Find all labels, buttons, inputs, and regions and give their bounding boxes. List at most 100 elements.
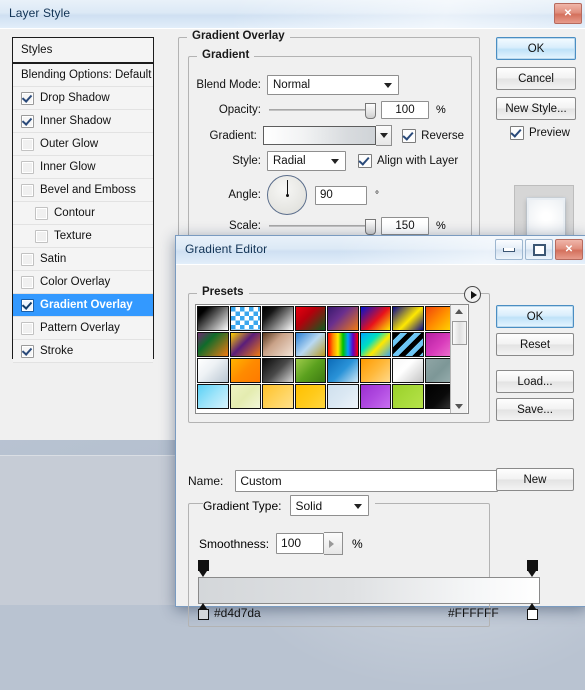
style-item-checkbox[interactable]: [21, 275, 34, 289]
scale-input[interactable]: 150: [381, 217, 429, 235]
style-item-checkbox[interactable]: [21, 344, 34, 358]
gradient-strip[interactable]: [198, 577, 540, 604]
color-stop-left[interactable]: [198, 603, 209, 620]
style-item-outer-glow[interactable]: Outer Glow: [13, 133, 153, 156]
layer-style-titlebar[interactable]: Layer Style ✕: [0, 0, 585, 29]
opacity-input[interactable]: 100: [381, 101, 429, 119]
maximize-icon[interactable]: [525, 239, 553, 260]
preset-swatch[interactable]: [197, 332, 229, 357]
style-item-inner-shadow[interactable]: Inner Shadow: [13, 110, 153, 133]
scrollbar-thumb[interactable]: [452, 321, 467, 345]
preset-swatch[interactable]: [294, 306, 326, 331]
preset-swatch[interactable]: [327, 332, 359, 357]
style-item-checkbox[interactable]: [21, 183, 34, 197]
preset-swatch[interactable]: [262, 384, 294, 409]
smoothness-input[interactable]: 100: [276, 533, 325, 554]
gradient-picker-button[interactable]: [376, 125, 393, 146]
preset-swatch[interactable]: [229, 306, 261, 331]
presets-list[interactable]: [195, 304, 469, 414]
style-item-checkbox[interactable]: [35, 206, 48, 220]
preset-swatch[interactable]: [294, 358, 326, 383]
style-select[interactable]: Radial: [267, 151, 346, 171]
preset-swatch[interactable]: [197, 384, 229, 409]
reverse-checkbox[interactable]: [402, 128, 417, 143]
preset-swatch[interactable]: [262, 306, 294, 331]
preset-swatch[interactable]: [294, 384, 326, 409]
close-icon[interactable]: ✕: [554, 3, 582, 24]
style-item-checkbox[interactable]: [21, 252, 34, 266]
gradient-editor-save-button[interactable]: Save...: [496, 398, 574, 421]
style-item-color-overlay[interactable]: Color Overlay: [13, 271, 153, 294]
preset-swatch[interactable]: [197, 306, 229, 331]
gradient-editor-load-button[interactable]: Load...: [496, 370, 574, 393]
blend-mode-select[interactable]: Normal: [267, 75, 399, 95]
preset-swatch[interactable]: [327, 358, 359, 383]
style-item-pattern-overlay[interactable]: Pattern Overlay: [13, 317, 153, 340]
preset-swatch[interactable]: [392, 384, 424, 409]
scale-slider[interactable]: [269, 219, 376, 235]
style-item-gradient-overlay[interactable]: Gradient Overlay: [13, 294, 153, 317]
gradient-editor-ok-button[interactable]: OK: [496, 305, 574, 328]
preview-checkbox[interactable]: [510, 126, 524, 140]
style-item-inner-glow[interactable]: Inner Glow: [13, 156, 153, 179]
opacity-slider-thumb[interactable]: [365, 103, 376, 119]
align-with-layer-checkbox[interactable]: [358, 154, 372, 168]
smoothness-stepper[interactable]: [324, 532, 344, 555]
style-item-blending-options-default[interactable]: Blending Options: Default: [13, 64, 153, 87]
preset-swatch[interactable]: [359, 306, 391, 331]
gradient-editor-reset-button[interactable]: Reset: [496, 333, 574, 356]
style-item-stroke[interactable]: Stroke: [13, 340, 153, 363]
preset-swatch[interactable]: [197, 358, 229, 383]
layer-style-ok-button[interactable]: OK: [496, 37, 576, 60]
opacity-stop-left[interactable]: [198, 560, 209, 577]
style-item-texture[interactable]: Texture: [13, 225, 153, 248]
gradient-editor-titlebar[interactable]: Gradient Editor ✕: [176, 236, 585, 265]
preset-swatch[interactable]: [229, 358, 261, 383]
new-gradient-button[interactable]: New: [496, 468, 574, 491]
preset-swatch[interactable]: [262, 332, 294, 357]
gradient-type-select[interactable]: Solid: [289, 495, 369, 516]
preview-checkbox-row[interactable]: Preview: [510, 126, 570, 140]
style-item-bevel-and-emboss[interactable]: Bevel and Emboss: [13, 179, 153, 202]
layer-style-cancel-button[interactable]: Cancel: [496, 67, 576, 90]
style-item-satin[interactable]: Satin: [13, 248, 153, 271]
preset-swatch[interactable]: [359, 332, 391, 357]
style-item-checkbox[interactable]: [21, 114, 34, 128]
close-icon[interactable]: ✕: [555, 239, 583, 260]
style-item-checkbox[interactable]: [21, 137, 34, 151]
preset-swatch[interactable]: [327, 306, 359, 331]
preset-swatch[interactable]: [294, 332, 326, 357]
scale-slider-thumb[interactable]: [365, 219, 376, 235]
presets-grid[interactable]: [196, 305, 456, 413]
style-item-checkbox[interactable]: [21, 160, 34, 174]
scroll-up-icon[interactable]: [452, 305, 466, 318]
preset-swatch[interactable]: [327, 384, 359, 409]
reverse-checkbox-row[interactable]: Reverse: [402, 128, 464, 143]
angle-dial[interactable]: [267, 175, 307, 215]
new-style-button[interactable]: New Style...: [496, 97, 576, 120]
preset-swatch[interactable]: [229, 384, 261, 409]
angle-input[interactable]: 90: [315, 185, 367, 205]
minimize-icon[interactable]: [495, 239, 523, 260]
style-item-checkbox[interactable]: [21, 298, 34, 312]
presets-menu-icon[interactable]: [464, 286, 481, 303]
color-stop-right[interactable]: [527, 603, 538, 620]
style-item-checkbox[interactable]: [21, 91, 34, 105]
gradient-preview-swatch[interactable]: [262, 126, 377, 145]
opacity-slider[interactable]: [269, 103, 376, 119]
opacity-stop-right[interactable]: [527, 560, 538, 577]
preset-swatch[interactable]: [392, 358, 424, 383]
gradient-name-input[interactable]: Custom: [235, 470, 498, 492]
preset-swatch[interactable]: [359, 384, 391, 409]
align-with-layer-row[interactable]: Align with Layer: [358, 154, 458, 168]
preset-swatch[interactable]: [392, 306, 424, 331]
scroll-down-icon[interactable]: [452, 400, 466, 413]
presets-scrollbar[interactable]: [450, 305, 467, 413]
preset-swatch[interactable]: [392, 332, 424, 357]
style-item-checkbox[interactable]: [21, 321, 34, 335]
style-item-checkbox[interactable]: [35, 229, 48, 243]
style-item-drop-shadow[interactable]: Drop Shadow: [13, 87, 153, 110]
preset-swatch[interactable]: [359, 358, 391, 383]
preset-swatch[interactable]: [229, 332, 261, 357]
style-item-contour[interactable]: Contour: [13, 202, 153, 225]
